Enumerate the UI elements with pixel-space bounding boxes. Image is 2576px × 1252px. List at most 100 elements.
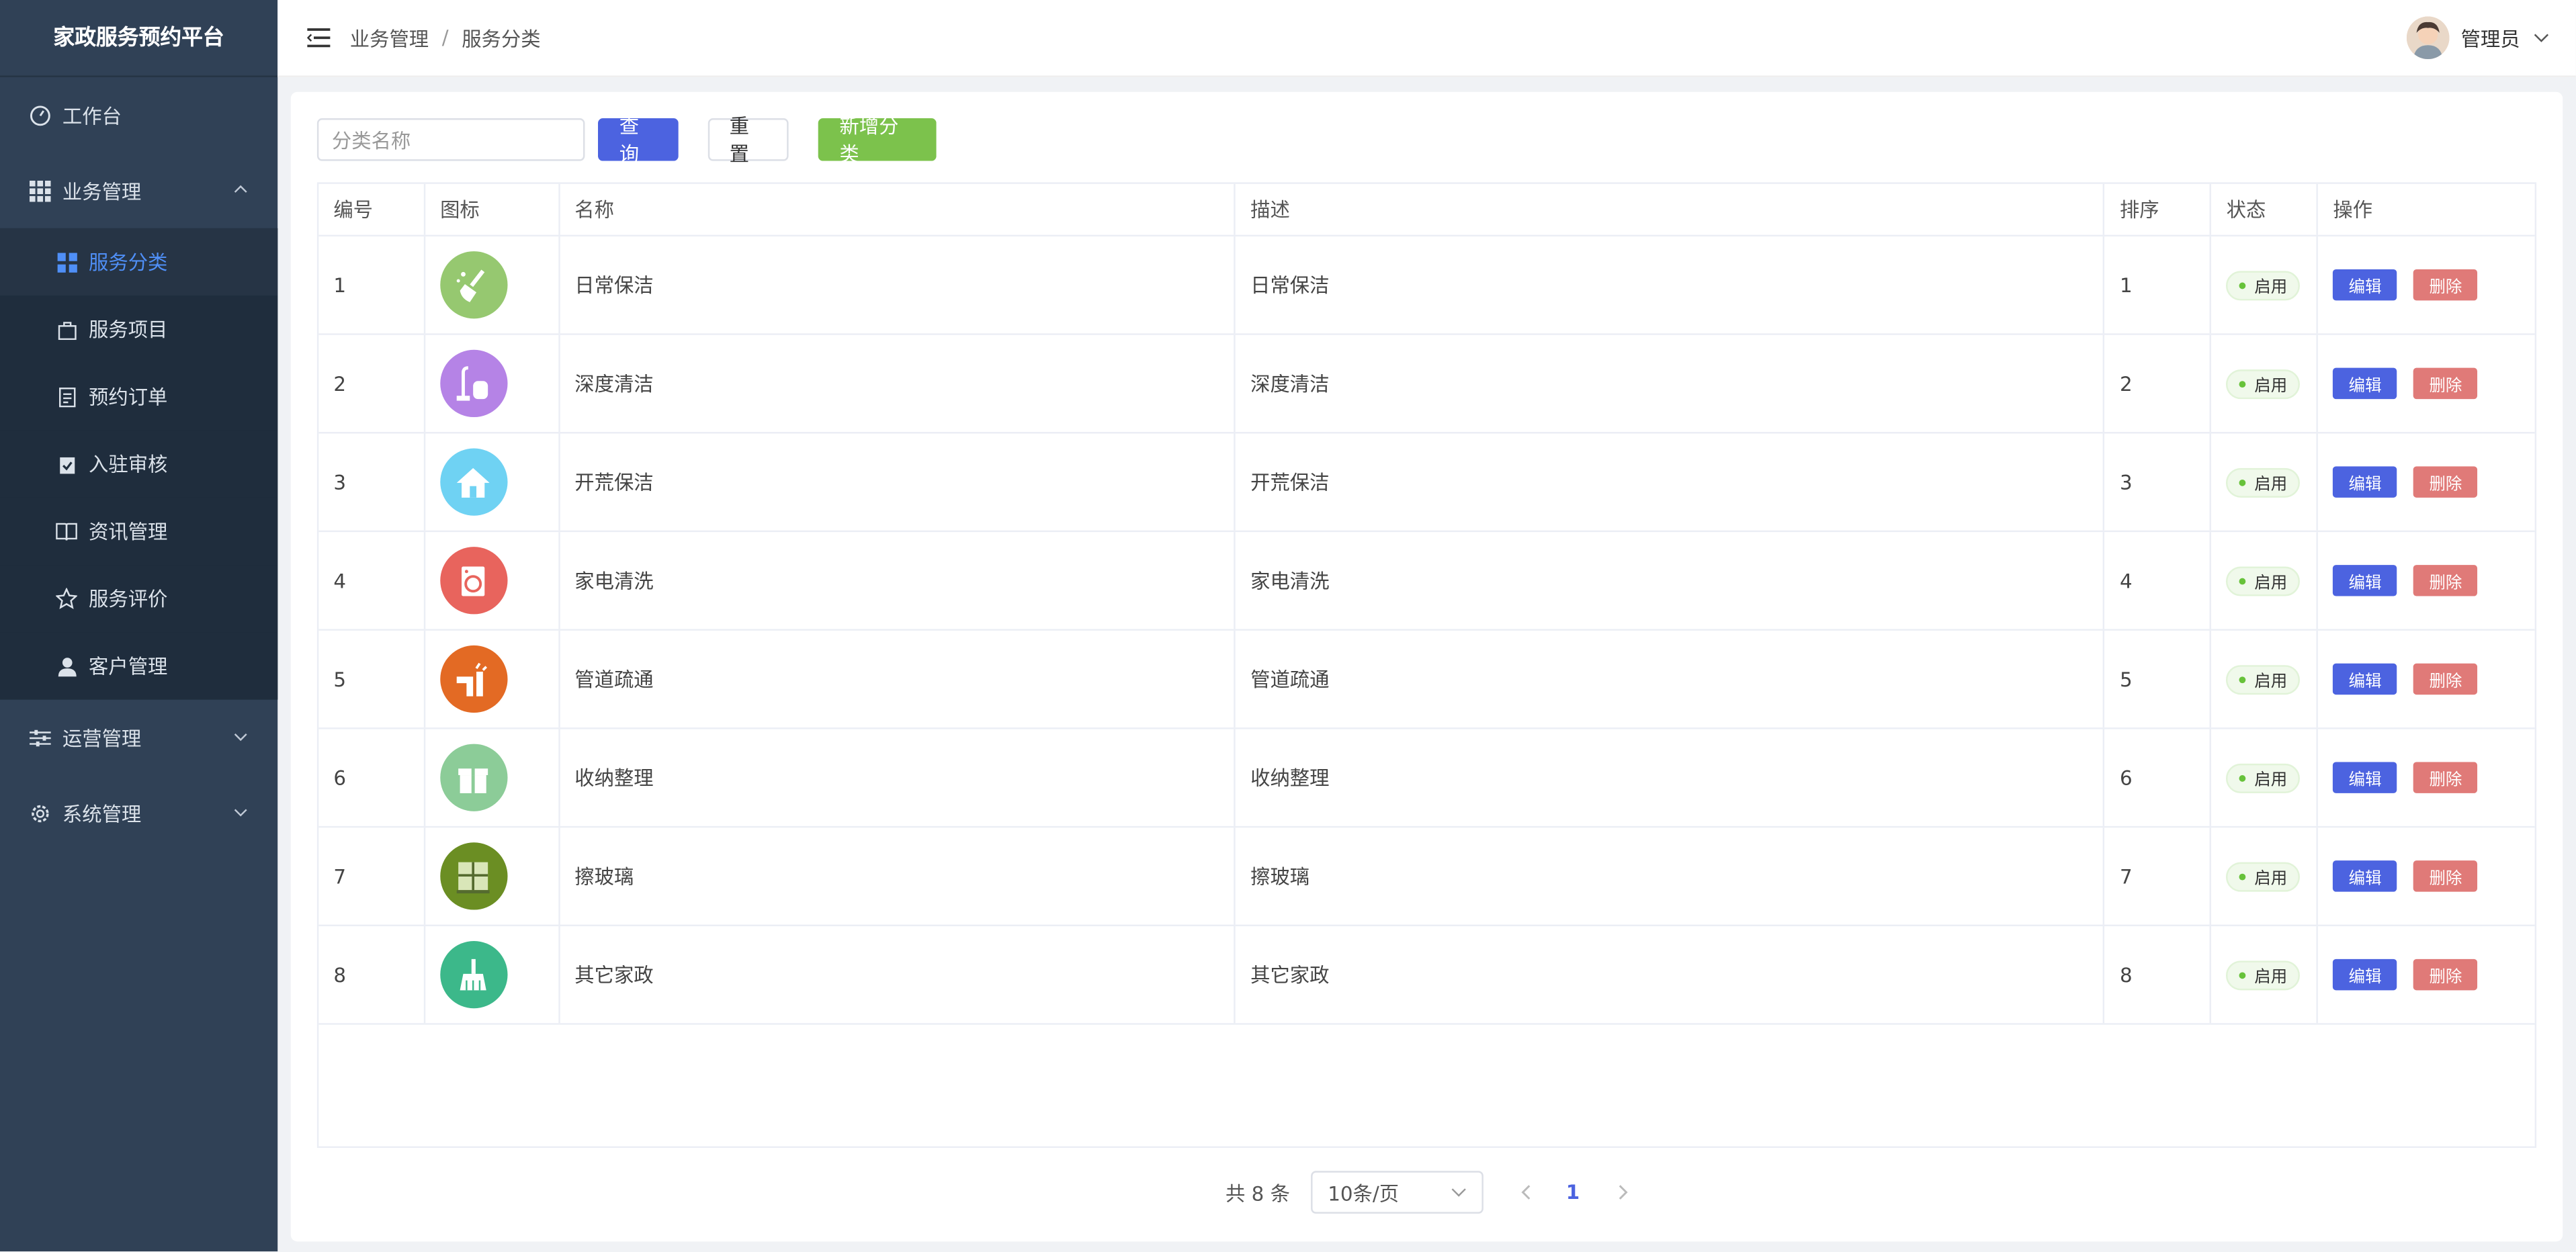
page-size-select[interactable]: 10条/页 [1311,1171,1484,1214]
edit-button[interactable]: 编辑 [2333,663,2397,695]
document-icon [56,386,77,408]
edit-button[interactable]: 编辑 [2333,269,2397,301]
sidebar-item-news[interactable]: 资讯管理 [0,497,278,566]
edit-button[interactable]: 编辑 [2333,466,2397,498]
page-number-current[interactable]: 1 [1566,1181,1580,1204]
content-card: 分类名称 查询 重置 新增分类 编号 图标 名称 描述 排序 状态 操作 1 日常… [290,91,2563,1242]
cell-name: 家电清洗 [560,532,1236,629]
status-badge: 启用 [2226,664,2301,695]
column-header: 图标 [425,183,560,235]
delete-button[interactable]: 删除 [2413,663,2478,695]
top-header: 业务管理 / 服务分类 管理员 [277,0,2576,77]
delete-button[interactable]: 删除 [2413,269,2478,301]
cell-name: 日常保洁 [560,236,1236,334]
next-page-icon[interactable] [1616,1184,1629,1200]
sidebar-item-orders[interactable]: 预约订单 [0,363,278,431]
delete-button[interactable]: 删除 [2413,367,2478,400]
search-input[interactable]: 分类名称 [316,118,585,161]
table-header: 编号 图标 名称 描述 排序 状态 操作 [318,183,2535,237]
gear-icon [30,802,51,823]
breadcrumb-item[interactable]: 业务管理 [350,24,429,52]
status-dot [2239,380,2247,387]
cell-actions: 编辑 删除 [2318,828,2534,924]
delete-button[interactable]: 删除 [2413,466,2478,498]
cell-sort: 3 [2105,433,2212,531]
cell-sort: 5 [2105,630,2212,728]
edit-button[interactable]: 编辑 [2333,762,2397,793]
breadcrumb: 业务管理 / 服务分类 [350,24,541,52]
cell-id: 3 [318,433,426,531]
reset-button[interactable]: 重置 [707,115,789,166]
status-dot [2239,478,2247,486]
sidebar-submenu-business: 服务分类 服务项目 预约订单 入驻审核 资讯管理 服务评价 客户管理 [0,228,278,700]
cell-status: 启用 [2212,926,2319,1024]
cell-status: 启用 [2212,729,2319,826]
delete-button[interactable]: 删除 [2413,860,2478,892]
cell-actions: 编辑 删除 [2318,433,2534,530]
user-menu[interactable]: 管理员 [2406,16,2550,60]
status-label: 启用 [2254,476,2288,494]
sidebar-item-customers[interactable]: 客户管理 [0,632,278,700]
cell-status: 启用 [2212,630,2319,728]
cell-description: 日常保洁 [1236,236,2105,334]
cell-id: 5 [318,630,426,728]
sidebar-item-system[interactable]: 系统管理 [0,775,277,850]
status-badge: 启用 [2226,861,2301,891]
cell-description: 深度清洁 [1236,334,2105,433]
cell-actions: 编辑 删除 [2318,335,2534,432]
cell-sort: 2 [2105,334,2212,433]
table-row: 2 深度清洁 深度清洁 2 启用 编辑 删除 [318,334,2535,434]
cell-name: 擦玻璃 [560,828,1236,925]
clipboard-check-icon [56,453,77,475]
cell-id: 6 [318,729,426,826]
cell-description: 管道疏通 [1236,630,2105,728]
cell-description: 收纳整理 [1236,729,2105,826]
add-category-button[interactable]: 新增分类 [818,115,937,166]
search-toolbar: 分类名称 查询 重置 新增分类 [316,115,937,166]
cell-description: 家电清洗 [1236,532,2105,629]
brand-title: 家政服务预约平台 [0,0,278,77]
sidebar-item-reviews[interactable]: 服务评价 [0,565,278,633]
table-row: 5 管道疏通 管道疏通 5 启用 编辑 删除 [318,630,2535,729]
sidebar: 家政服务预约平台 工作台 业务管理 服务分类 服务项目 预约订单 入驻审核 资讯… [0,0,278,1252]
status-dot [2239,971,2247,978]
breadcrumb-item-current: 服务分类 [462,27,541,50]
edit-button[interactable]: 编辑 [2333,367,2397,400]
sidebar-item-label: 预约订单 [89,386,168,409]
status-label: 启用 [2254,279,2288,298]
sidebar-item-dashboard[interactable]: 工作台 [0,77,277,152]
query-button[interactable]: 查询 [597,115,679,166]
cell-name: 深度清洁 [560,334,1236,433]
sidebar-item-service-items[interactable]: 服务项目 [0,296,278,363]
sliders-icon [30,727,51,748]
delete-button[interactable]: 删除 [2413,565,2478,596]
sidebar-item-business[interactable]: 业务管理 [0,152,277,228]
cell-actions: 编辑 删除 [2318,532,2534,629]
prev-page-icon[interactable] [1520,1184,1533,1200]
status-badge: 启用 [2226,467,2301,497]
cell-status: 启用 [2212,236,2319,334]
sidebar-item-label: 运营管理 [62,726,142,750]
cell-name: 其它家政 [560,926,1236,1024]
cell-icon [425,334,560,433]
cell-icon [425,532,560,629]
chevron-down-icon [234,809,247,817]
delete-button[interactable]: 删除 [2413,762,2478,793]
delete-button[interactable]: 删除 [2413,958,2478,991]
edit-button[interactable]: 编辑 [2333,860,2397,892]
cell-sort: 4 [2105,532,2212,629]
cell-actions: 编辑 删除 [2318,236,2534,333]
sidebar-item-label: 服务分类 [89,251,168,275]
status-label: 启用 [2254,377,2288,396]
cell-description: 其它家政 [1236,926,2105,1024]
sidebar-item-operations[interactable]: 运营管理 [0,700,277,775]
menu-toggle-icon[interactable] [307,28,331,48]
sidebar-item-service-category[interactable]: 服务分类 [0,228,278,296]
edit-button[interactable]: 编辑 [2333,958,2397,991]
sidebar-item-audit[interactable]: 入驻审核 [0,430,278,498]
status-label: 启用 [2254,870,2288,889]
status-badge: 启用 [2226,368,2301,398]
edit-button[interactable]: 编辑 [2333,565,2397,596]
cell-id: 8 [318,926,426,1024]
cell-icon [425,729,560,826]
